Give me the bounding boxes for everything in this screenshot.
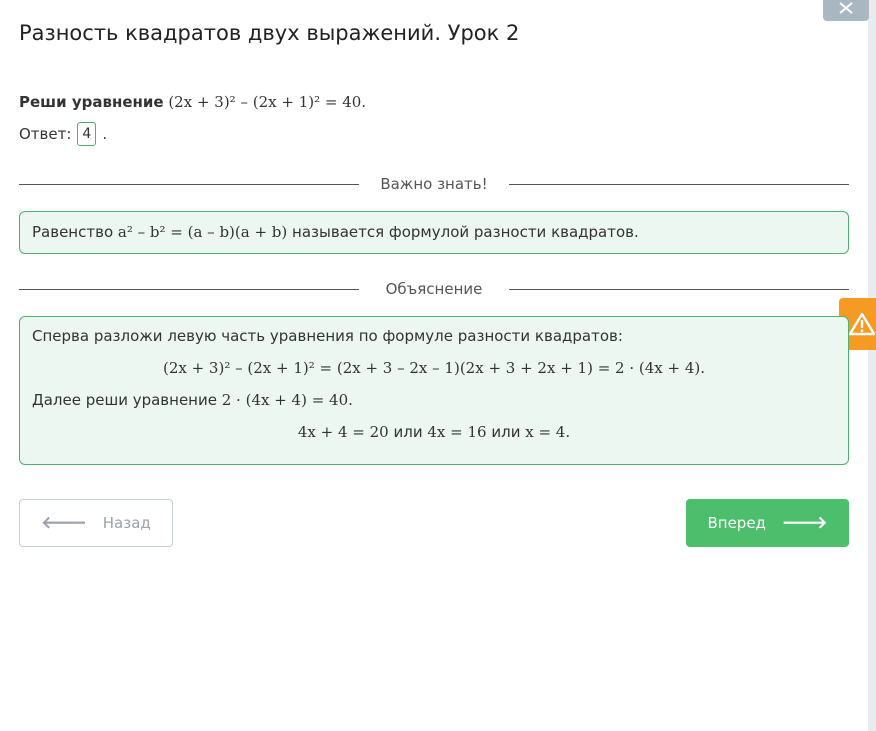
next-button[interactable]: Вперед 🡒 [686, 499, 849, 547]
important-heading: Важно знать! [380, 175, 488, 193]
solution-part-1: 4x + 4 = 20 [297, 423, 389, 441]
solution-or-1: или [393, 423, 423, 441]
important-box: Равенство a² – b² = (a – b)(a + b) назыв… [19, 211, 849, 254]
back-button-label: Назад [102, 514, 151, 532]
answer-suffix: . [102, 125, 108, 143]
back-button[interactable]: 🡐 Назад [19, 499, 173, 547]
solution-or-2: или [491, 423, 521, 441]
solution-part-3: x = 4. [525, 423, 571, 441]
problem-equation: (2x + 3)² – (2x + 1)² = 40. [168, 93, 367, 111]
arrow-right-icon: 🡒 [781, 513, 828, 533]
important-separator: Важно знать! [19, 174, 849, 194]
answer-label: Ответ: [19, 125, 72, 143]
explanation-line-2-text: Далее реши уравнение [32, 391, 217, 409]
explanation-line-2: Далее реши уравнение 2 · (4x + 4) = 40. [32, 391, 836, 409]
explanation-line-1: Сперва разложи левую часть уравнения по … [32, 327, 623, 345]
next-button-label: Вперед [707, 514, 766, 532]
problem-statement: Реши уравнение (2x + 3)² – (2x + 1)² = 4… [19, 93, 366, 111]
important-text-before: Равенство [32, 223, 114, 241]
explanation-heading: Объяснение [385, 280, 483, 298]
explanation-solution: 4x + 4 = 20 или 4x = 16 или x = 4. [32, 423, 836, 441]
answer-input[interactable]: 4 [77, 122, 97, 146]
answer-row: Ответ: 4 . [19, 122, 107, 146]
explanation-line-2-formula: 2 · (4x + 4) = 40. [221, 391, 353, 409]
explanation-formula-1: (2x + 3)² – (2x + 1)² = (2x + 3 – 2x – 1… [162, 359, 706, 377]
important-formula: a² – b² = (a – b)(a + b) [117, 223, 288, 241]
solution-part-2: 4x = 16 [427, 423, 487, 441]
right-scrollbar-edge [868, 0, 876, 731]
warning-icon [849, 312, 875, 336]
problem-label: Реши уравнение [19, 93, 164, 111]
explanation-box: Сперва разложи левую часть уравнения по … [19, 316, 849, 465]
arrow-left-icon: 🡐 [41, 513, 87, 533]
important-text-after: называется формулой разности квадратов. [292, 223, 639, 241]
explanation-separator: Объяснение [19, 279, 849, 299]
page-title: Разность квадратов двух выражений. Урок … [19, 21, 520, 45]
expand-icon [839, 1, 853, 14]
fullscreen-button[interactable] [823, 0, 869, 21]
